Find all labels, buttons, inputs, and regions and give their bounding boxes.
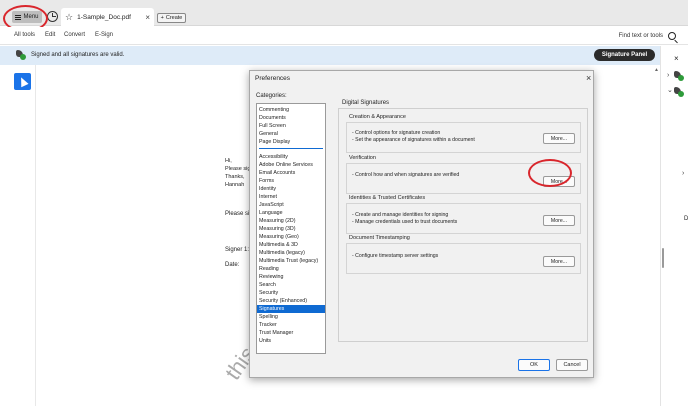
more-button-document-timestamping[interactable]: More...	[543, 256, 575, 267]
toolbar-all-tools[interactable]: All tools	[14, 32, 35, 38]
group-title-identities-certificates: Identities & Trusted Certificates	[349, 195, 426, 201]
left-tool-rail	[0, 65, 36, 406]
group-text: - Create and manage identities for signi…	[352, 212, 449, 218]
group-title-document-timestamping: Document Timestamping	[349, 235, 410, 241]
category-item-page-display[interactable]: Page Display	[257, 138, 325, 146]
category-item-measuring-3d[interactable]: Measuring (3D)	[257, 225, 325, 233]
signature-panel-button[interactable]: Signature Panel	[594, 49, 655, 61]
cancel-button[interactable]: Cancel	[556, 359, 588, 371]
find-text-or-tools[interactable]: Find text or tools	[619, 33, 663, 39]
category-item-forms[interactable]: Forms	[257, 177, 325, 185]
category-item-language[interactable]: Language	[257, 209, 325, 217]
category-item-accessibility[interactable]: Accessibility	[257, 153, 325, 161]
category-item-multimedia-trust-legacy[interactable]: Multimedia Trust (legacy)	[257, 257, 325, 265]
category-separator	[259, 148, 323, 149]
doc-text-date: Date:	[225, 262, 240, 268]
scroll-up-icon[interactable]: ▲	[654, 67, 659, 73]
plus-icon: +	[160, 15, 164, 21]
category-item-internet[interactable]: Internet	[257, 193, 325, 201]
document-tab-title: 1-Sample_Doc.pdf	[77, 13, 131, 21]
star-icon[interactable]: ☆	[65, 12, 73, 23]
tab-close-button[interactable]: ×	[145, 13, 150, 22]
more-button-identities-certificates[interactable]: More...	[543, 215, 575, 226]
categories-list[interactable]: Commenting Documents Full Screen General…	[256, 103, 326, 354]
title-bar: Menu ☆ 1-Sample_Doc.pdf × + Create	[0, 0, 688, 26]
doc-text-signer-1: Signer 1:	[225, 247, 250, 253]
group-identities-certificates: - Create and manage identities for signi…	[346, 203, 581, 234]
digital-signatures-panel: Creation & Appearance - Control options …	[338, 108, 588, 342]
signature-banner: Signed and all signatures are valid.	[0, 46, 660, 65]
group-text: - Control how and when signatures are ve…	[352, 172, 460, 178]
category-item-adobe-online-services[interactable]: Adobe Online Services	[257, 161, 325, 169]
category-item-reviewing[interactable]: Reviewing	[257, 273, 325, 281]
category-item-general[interactable]: General	[257, 130, 325, 138]
right-signature-panel	[660, 46, 688, 406]
category-item-search[interactable]: Search	[257, 281, 325, 289]
create-button[interactable]: + Create	[157, 13, 186, 23]
chevron-right-icon[interactable]: ›	[667, 72, 669, 79]
toolbar-convert[interactable]: Convert	[64, 32, 85, 38]
signature-valid-icon	[674, 87, 684, 97]
dialog-title: Preferences	[255, 75, 291, 82]
toolbar: All tools Edit Convert E-Sign Find text …	[0, 27, 688, 45]
doc-text-hi: Hi,	[225, 158, 232, 164]
dialog-close-button[interactable]: ×	[586, 73, 591, 83]
group-text: - Configure timestamp server settings	[352, 253, 439, 259]
search-icon[interactable]	[668, 32, 676, 40]
ok-button[interactable]: OK	[518, 359, 550, 371]
category-item-identity[interactable]: Identity	[257, 185, 325, 193]
category-item-multimedia-3d[interactable]: Multimedia & 3D	[257, 241, 325, 249]
toolbar-edit[interactable]: Edit	[45, 32, 55, 38]
category-item-measuring-geo[interactable]: Measuring (Geo)	[257, 233, 325, 241]
group-document-timestamping: - Configure timestamp server settings Mo…	[346, 243, 581, 274]
select-cursor-icon[interactable]	[14, 73, 31, 90]
category-item-signatures[interactable]: Signatures	[257, 305, 325, 313]
doc-text-hannah: Hannah	[225, 182, 245, 188]
category-item-measuring-2d[interactable]: Measuring (2D)	[257, 217, 325, 225]
category-item-multimedia-legacy[interactable]: Multimedia (legacy)	[257, 249, 325, 257]
category-item-javascript[interactable]: JavaScript	[257, 201, 325, 209]
category-item-email-accounts[interactable]: Email Accounts	[257, 169, 325, 177]
category-item-security[interactable]: Security	[257, 289, 325, 297]
group-title-creation-appearance: Creation & Appearance	[349, 114, 406, 120]
more-button-creation-appearance[interactable]: More...	[543, 133, 575, 144]
group-text: - Manage credentials used to trust docum…	[352, 219, 458, 225]
chevron-right-icon[interactable]: ›	[682, 170, 684, 177]
right-panel-letter: D	[684, 216, 688, 222]
annotation-circle-verification-more	[528, 159, 572, 187]
group-title-verification: Verification	[349, 155, 376, 161]
create-button-label: Create	[165, 15, 183, 21]
group-creation-appearance: - Control options for signature creation…	[346, 122, 581, 153]
signature-valid-icon	[674, 71, 684, 81]
digital-signatures-heading: Digital Signatures	[342, 100, 390, 106]
category-item-documents[interactable]: Documents	[257, 114, 325, 122]
preferences-dialog: Preferences × Categories: Commenting Doc…	[249, 70, 594, 378]
category-item-units[interactable]: Units	[257, 337, 325, 345]
category-item-spelling[interactable]: Spelling	[257, 313, 325, 321]
category-item-tracker[interactable]: Tracker	[257, 321, 325, 329]
scrollbar-thumb[interactable]	[662, 248, 664, 268]
group-text: - Control options for signature creation	[352, 130, 441, 136]
categories-label: Categories:	[256, 93, 287, 99]
history-icon[interactable]	[47, 11, 58, 22]
group-text: - Set the appearance of signatures withi…	[352, 137, 475, 143]
document-tab[interactable]: ☆ 1-Sample_Doc.pdf ×	[61, 8, 154, 26]
signature-status-text: Signed and all signatures are valid.	[31, 52, 125, 58]
category-item-commenting[interactable]: Commenting	[257, 106, 325, 114]
toolbar-esign[interactable]: E-Sign	[95, 32, 113, 38]
doc-text-thanks: Thanks,	[225, 174, 245, 180]
right-panel-close-button[interactable]: ×	[674, 54, 679, 63]
category-item-security-enhanced[interactable]: Security (Enhanced)	[257, 297, 325, 305]
category-item-trust-manager[interactable]: Trust Manager	[257, 329, 325, 337]
category-item-full-screen[interactable]: Full Screen	[257, 122, 325, 130]
signature-valid-icon	[16, 50, 26, 60]
category-item-reading[interactable]: Reading	[257, 265, 325, 273]
chevron-down-icon[interactable]: ⌄	[667, 86, 673, 94]
